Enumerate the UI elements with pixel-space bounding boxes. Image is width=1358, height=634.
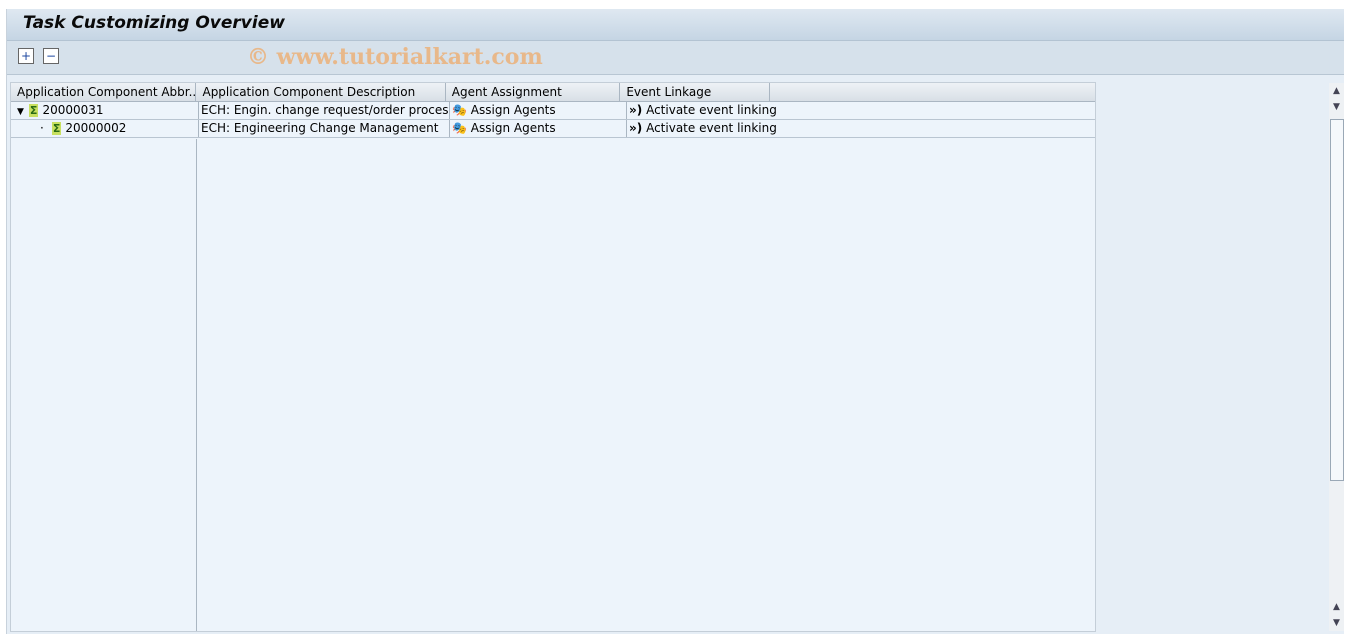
watermark: © www.tutorialkart.com bbox=[247, 44, 543, 70]
expand-subtree-icon[interactable]: + bbox=[18, 48, 34, 64]
vertical-scrollbar[interactable]: ▲ ▼ ▲ ▼ bbox=[1329, 83, 1344, 631]
window: Task Customizing Overview + − © www.tuto… bbox=[6, 9, 1344, 634]
assign-agents-link[interactable]: Assign Agents bbox=[471, 103, 556, 117]
page-title: Task Customizing Overview bbox=[7, 9, 1344, 41]
agents-icon: 🎭 bbox=[452, 121, 467, 135]
scroll-thumb[interactable] bbox=[1330, 119, 1344, 481]
table-row[interactable]: · Σ 20000002 ECH: Engineering Change Manag… bbox=[11, 120, 1095, 138]
column-header-abbr[interactable]: Application Component Abbr... bbox=[11, 83, 197, 101]
tree-table: Application Component Abbr... Applicatio… bbox=[10, 82, 1096, 632]
event-icon: ») bbox=[629, 103, 643, 117]
component-id: 20000031 bbox=[42, 103, 104, 117]
assign-agents-link[interactable]: Assign Agents bbox=[471, 121, 556, 135]
toolbar: + − © www.tutorialkart.com bbox=[7, 41, 1344, 75]
leaf-dot-icon: · bbox=[40, 121, 44, 135]
component-description: ECH: Engineering Change Management bbox=[199, 120, 450, 137]
scroll-page-down-button[interactable]: ▼ bbox=[1329, 615, 1344, 631]
column-divider bbox=[196, 139, 197, 631]
table-row[interactable]: ▼ Σ 20000031 ECH: Engin. change request/or… bbox=[11, 102, 1095, 120]
column-header-agent[interactable]: Agent Assignment bbox=[446, 83, 621, 101]
activate-event-link[interactable]: Activate event linking bbox=[646, 121, 777, 135]
component-description: ECH: Engin. change request/order process bbox=[201, 102, 450, 119]
expand-triangle-icon[interactable]: ▼ bbox=[17, 107, 24, 117]
column-header-description[interactable]: Application Component Description bbox=[196, 83, 446, 101]
collapse-subtree-icon[interactable]: − bbox=[43, 48, 59, 64]
agents-icon: 🎭 bbox=[452, 103, 467, 117]
sigma-icon: Σ bbox=[28, 104, 39, 117]
activate-event-link[interactable]: Activate event linking bbox=[646, 103, 777, 117]
event-icon: ») bbox=[629, 121, 643, 135]
component-id: 20000002 bbox=[65, 121, 127, 135]
sigma-icon: Σ bbox=[51, 122, 62, 135]
scroll-down-button[interactable]: ▼ bbox=[1329, 99, 1344, 115]
scroll-up-button[interactable]: ▲ bbox=[1329, 83, 1344, 99]
column-header-event[interactable]: Event Linkage bbox=[620, 83, 770, 101]
scroll-page-up-button[interactable]: ▲ bbox=[1329, 599, 1344, 615]
